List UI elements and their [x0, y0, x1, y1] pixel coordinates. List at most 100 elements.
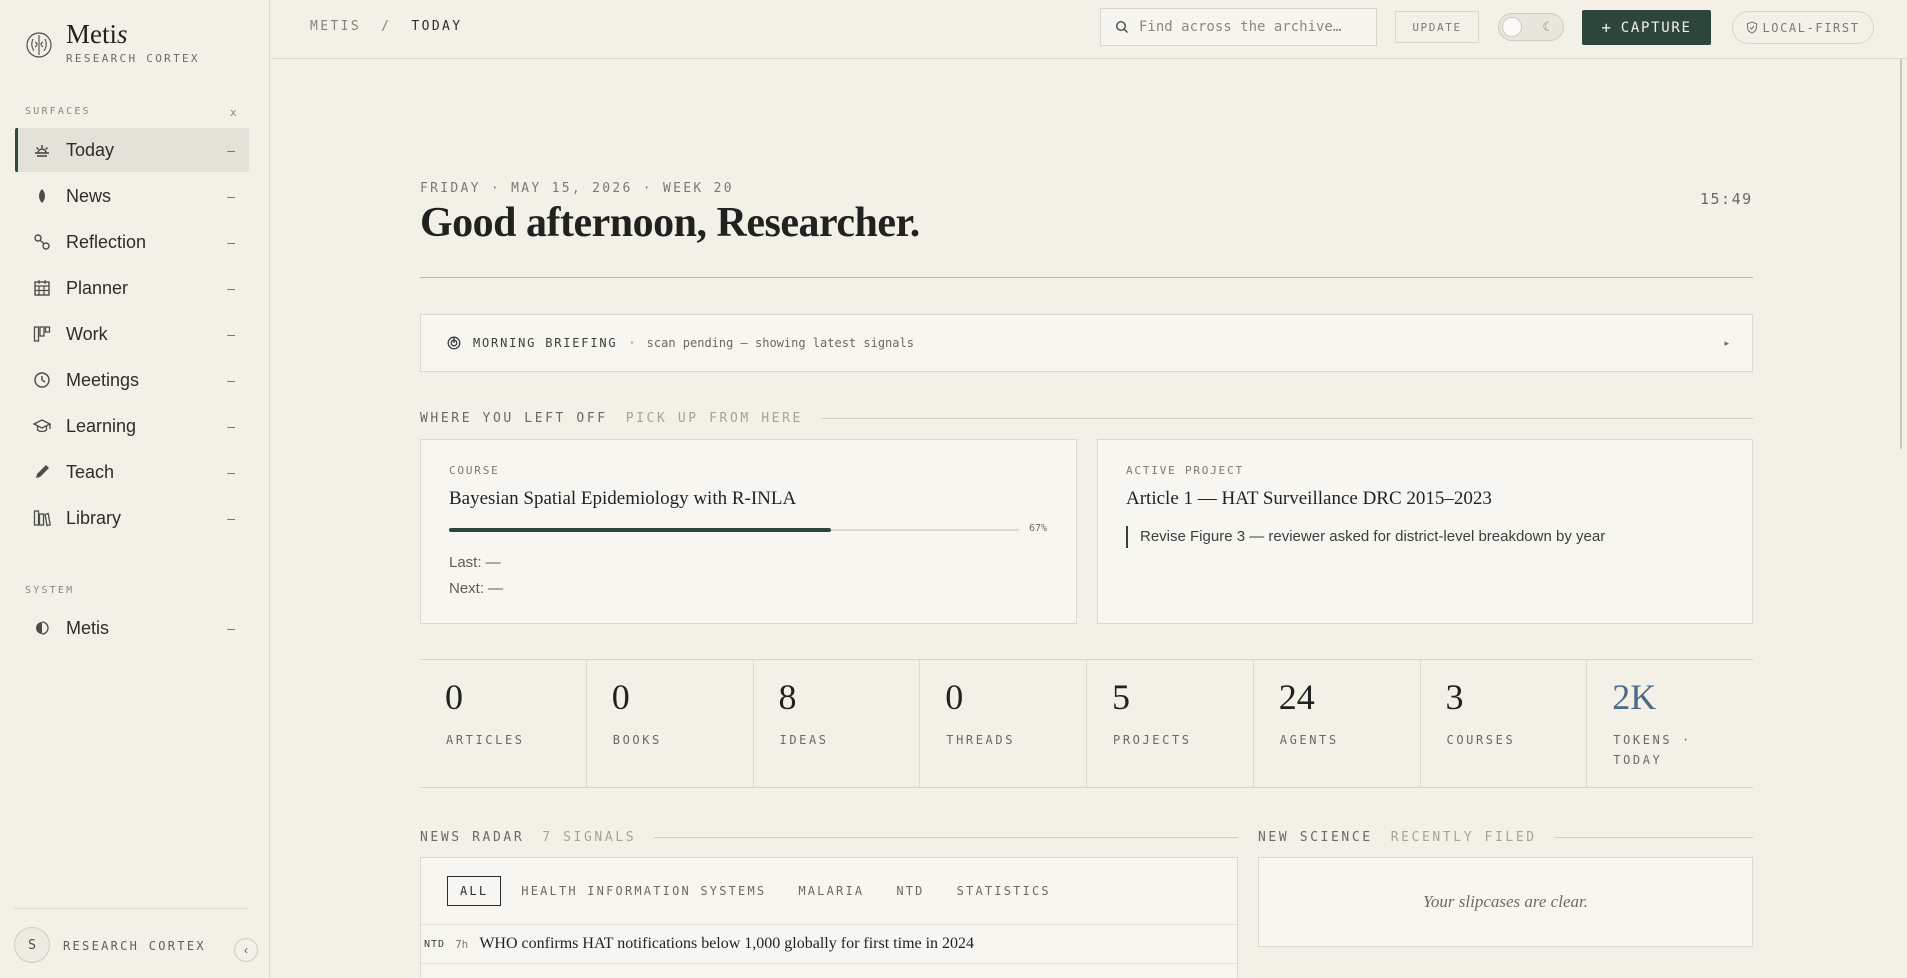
new-science-panel: Your slipcases are clear.	[1258, 857, 1753, 947]
stat-articles[interactable]: 0 ARTICLES	[420, 660, 587, 787]
breadcrumb: METIS / TODAY	[310, 19, 463, 34]
sidebar-item-metis[interactable]: Metis –	[15, 606, 249, 650]
sidebar-item-reflection[interactable]: Reflection –	[15, 220, 249, 264]
news-radar-panel: ALL HEALTH INFORMATION SYSTEMS MALARIA N…	[420, 857, 1238, 978]
sidebar-item-learning[interactable]: Learning –	[15, 404, 249, 448]
sidebar-item-marker: –	[227, 372, 235, 388]
project-title: Article 1 — HAT Surveillance DRC 2015–20…	[1126, 488, 1492, 509]
sidebar-item-label: Library	[66, 507, 122, 528]
sidebar-item-label: Metis	[66, 617, 110, 638]
collapse-sidebar-button[interactable]: ‹	[234, 938, 258, 962]
sunrise-icon	[33, 141, 51, 159]
workspace-label: RESEARCH CORTEX	[63, 939, 206, 953]
sidebar-item-label: Today	[66, 139, 115, 160]
news-headline: WHO confirms HAT notifications below 1,0…	[479, 935, 975, 952]
stat-courses[interactable]: 3 COURSES	[1421, 660, 1588, 787]
nodes-icon	[33, 233, 51, 251]
section-subtitle: RECENTLY FILED	[1390, 830, 1537, 845]
stat-value: 2K	[1612, 677, 1657, 717]
sidebar-item-teach[interactable]: Teach –	[15, 450, 249, 494]
sidebar-item-marker: –	[227, 418, 235, 434]
sidebar-item-marker: –	[227, 234, 235, 250]
course-card[interactable]: COURSE Bayesian Spatial Epidemiology wit…	[420, 439, 1077, 624]
brand-name: Metis	[66, 19, 128, 49]
sidebar-item-marker: –	[227, 280, 235, 296]
update-button[interactable]: UPDATE	[1395, 11, 1479, 43]
empty-state: Your slipcases are clear.	[1423, 892, 1588, 911]
scrollbar[interactable]	[1897, 59, 1907, 449]
local-first-badge[interactable]: LOCAL-FIRST	[1732, 11, 1874, 44]
morning-briefing[interactable]: MORNING BRIEFING · scan pending — showin…	[420, 314, 1753, 372]
stat-agents[interactable]: 24 AGENTS	[1254, 660, 1421, 787]
course-progress-fill	[449, 528, 831, 532]
sidebar-item-label: Learning	[66, 415, 137, 436]
surfaces-close-button[interactable]: x	[230, 106, 237, 119]
briefing-status: scan pending — showing latest signals	[646, 336, 914, 350]
stat-tokens[interactable]: 2K TOKENS · TODAY	[1587, 660, 1753, 787]
stat-books[interactable]: 0 BOOKS	[587, 660, 754, 787]
news-radar-heading: NEWS RADAR 7 SIGNALS	[420, 830, 1238, 845]
sidebar-item-work[interactable]: Work –	[15, 312, 249, 356]
section-title: NEWS RADAR	[420, 830, 525, 845]
stat-ideas[interactable]: 8 IDEAS	[754, 660, 921, 787]
radar-filters: ALL HEALTH INFORMATION SYSTEMS MALARIA N…	[447, 876, 1083, 906]
sidebar-item-label: Planner	[66, 277, 129, 298]
stat-label: COURSES	[1446, 733, 1516, 747]
filter-statistics[interactable]: STATISTICS	[957, 876, 1051, 906]
course-title: Bayesian Spatial Epidemiology with R-INL…	[449, 488, 797, 509]
leaf-icon	[33, 187, 51, 205]
sidebar-item-marker: –	[227, 464, 235, 480]
surfaces-nav: Today – News – Reflection – Planner – Wo…	[15, 128, 249, 542]
sidebar-item-news[interactable]: News –	[15, 174, 249, 218]
graduation-cap-icon	[33, 417, 51, 435]
sidebar-item-planner[interactable]: Planner –	[15, 266, 249, 310]
sidebar-item-marker: –	[227, 620, 235, 636]
section-rule	[654, 837, 1238, 838]
left-off-heading: WHERE YOU LEFT OFF PICK UP FROM HERE	[420, 411, 1753, 426]
stat-value: 5	[1112, 677, 1130, 717]
news-tag: NTD	[424, 938, 446, 950]
stat-threads[interactable]: 0 THREADS	[920, 660, 1087, 787]
avatar[interactable]: S	[14, 927, 50, 963]
filter-health-information-systems[interactable]: HEALTH INFORMATION SYSTEMS	[521, 876, 766, 906]
radar-icon	[447, 336, 461, 350]
stat-label: PROJECTS	[1113, 733, 1192, 747]
stat-projects[interactable]: 5 PROJECTS	[1087, 660, 1254, 787]
sidebar-item-label: Work	[66, 323, 108, 344]
brain-icon	[33, 619, 51, 637]
briefing-dot: ·	[628, 336, 636, 350]
capture-button[interactable]: + CAPTURE	[1582, 10, 1711, 45]
list-item[interactable]: NTD 7h WHO confirms HAT notifications be…	[421, 924, 1237, 964]
breadcrumb-root[interactable]: METIS	[310, 19, 361, 34]
sidebar-item-meetings[interactable]: Meetings –	[15, 358, 249, 402]
divider	[420, 277, 1753, 278]
course-progress-label: 67%	[1029, 523, 1048, 534]
sidebar-item-today[interactable]: Today –	[15, 128, 249, 172]
breadcrumb-separator: /	[381, 19, 392, 34]
stat-label: THREADS	[946, 733, 1016, 747]
pencil-icon	[33, 463, 51, 481]
system-nav: Metis –	[15, 606, 249, 652]
course-last: Last: —	[449, 554, 501, 571]
scrollbar-thumb[interactable]	[1900, 59, 1902, 449]
search-input[interactable]	[1139, 19, 1359, 35]
sidebar-footer: S RESEARCH CORTEX ‹	[14, 908, 258, 978]
section-rule	[820, 418, 1753, 419]
project-kicker: ACTIVE PROJECT	[1126, 464, 1244, 477]
sidebar-item-marker: –	[227, 326, 235, 342]
project-note: Revise Figure 3 — reviewer asked for dis…	[1126, 526, 1605, 548]
filter-malaria[interactable]: MALARIA	[798, 876, 864, 906]
brand[interactable]: Metis RESEARCH CORTEX	[24, 18, 200, 65]
filter-all[interactable]: ALL	[447, 876, 502, 906]
project-card[interactable]: ACTIVE PROJECT Article 1 — HAT Surveilla…	[1097, 439, 1753, 624]
filter-ntd[interactable]: NTD	[896, 876, 924, 906]
stats-strip: 0 ARTICLES 0 BOOKS 8 IDEAS 0 THREADS 5 PROJEC…	[420, 659, 1753, 788]
theme-toggle[interactable]: ☾	[1498, 13, 1564, 41]
clock: 15:49	[1700, 190, 1753, 208]
search-box[interactable]	[1100, 8, 1377, 46]
expand-arrow-icon[interactable]: ▸	[1724, 338, 1729, 349]
sidebar-item-library[interactable]: Library –	[15, 496, 249, 540]
plus-icon: +	[1601, 18, 1613, 37]
stat-label: ARTICLES	[446, 733, 525, 747]
local-first-label: LOCAL-FIRST	[1762, 20, 1860, 35]
